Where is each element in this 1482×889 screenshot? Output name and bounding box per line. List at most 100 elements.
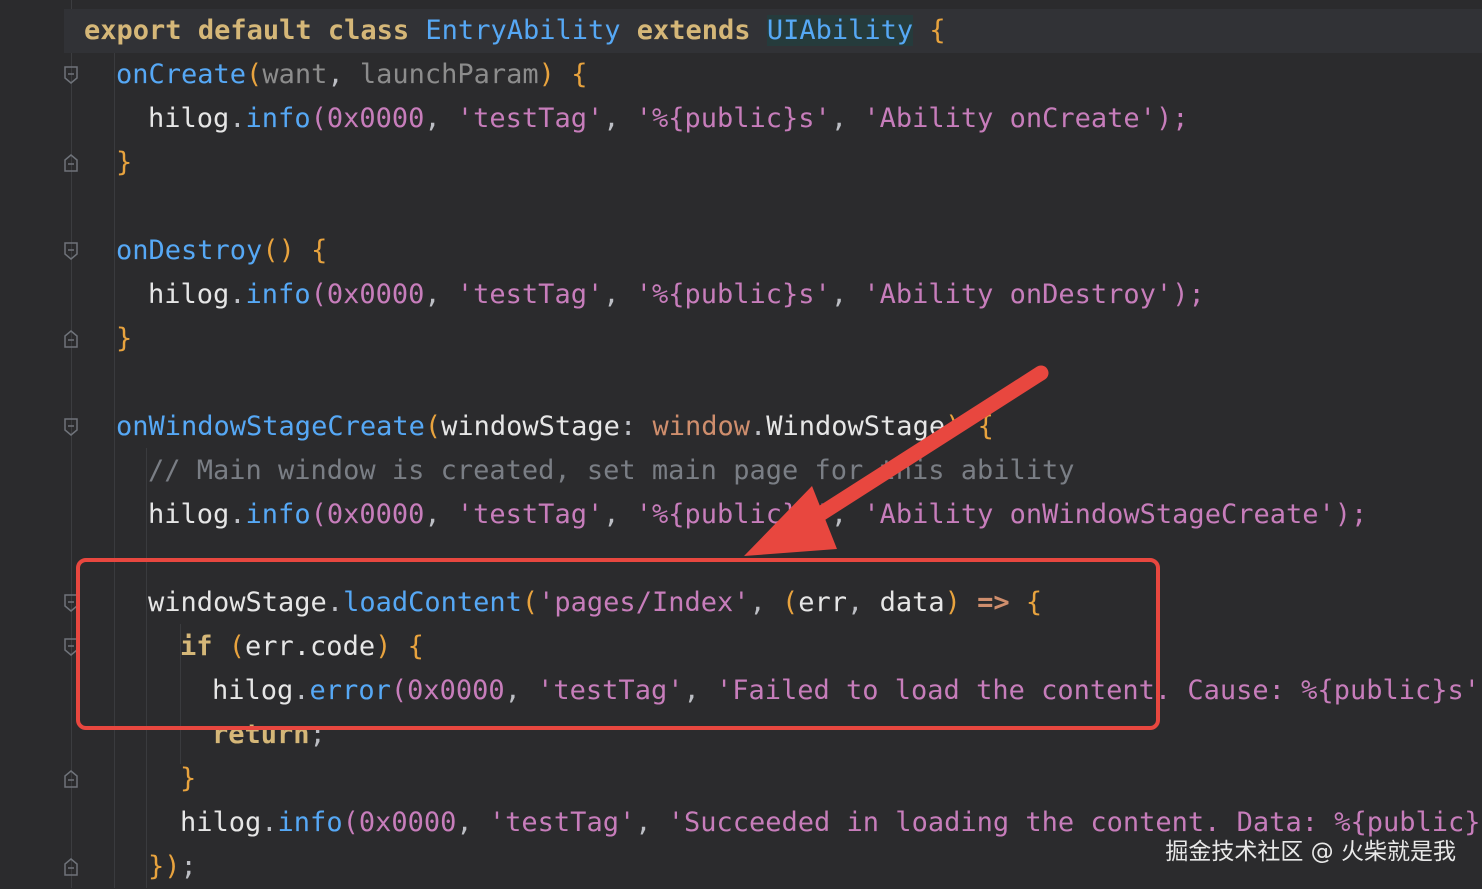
punct: ); [1334,499,1368,530]
fold-open-icon[interactable] [63,66,79,84]
identifier: hilog [148,279,230,310]
watermark: 掘金技术社区 @ 火柴就是我 [1165,839,1456,865]
method-call: info [277,807,343,838]
number-literal: 0x0000 [358,807,457,838]
comment: // Main window is created, set main page… [148,455,1075,486]
string-literal: 'testTag' [456,103,604,134]
keyword: class [327,15,410,46]
identifier: hilog [148,499,230,530]
punct: , [830,279,864,310]
parameter: launchParam [359,59,539,90]
punct: ; [180,851,197,882]
punct: . [229,279,246,310]
string-literal: 'Ability onDestroy' [863,279,1173,310]
code-line: hilog.info(0x0000, 'testTag', '%{public}… [148,97,1188,141]
punct: , [603,279,636,310]
paren: ( [310,499,327,530]
class-name: EntryAbility [425,15,621,46]
identifier: hilog [148,103,230,134]
code-editor[interactable]: export default class EntryAbility extend… [64,0,1482,889]
punct: , [456,807,489,838]
punct: ); [1172,279,1205,310]
string-literal: 'testTag' [488,807,636,838]
code-line: // Main window is created, set main page… [148,449,1075,493]
punct: , [635,807,668,838]
fold-close-icon[interactable] [63,330,79,348]
punct: , [603,103,636,134]
fold-close-icon[interactable] [63,770,79,788]
punct: . [750,411,767,442]
paren: ( [310,279,327,310]
keyword: export [84,15,182,46]
namespace: window [652,411,750,442]
type-name: WindowStage [766,411,946,442]
method-call: info [245,499,311,530]
punct: . [261,807,278,838]
number-literal: 0x0000 [326,279,425,310]
paren: ( [310,103,327,134]
paren: () [262,235,295,266]
string-literal: 'Ability onCreate' [863,103,1156,134]
fold-close-icon[interactable] [63,154,79,172]
highlight-box [76,558,1160,730]
code-line: } [180,757,196,801]
indent-guide [114,52,115,888]
method-name: onCreate [116,59,247,90]
punct: , [424,103,457,134]
code-line: } [116,141,132,185]
punct: , [603,499,636,530]
string-literal: 'testTag' [456,499,604,530]
string-literal: '%{public}s' [635,499,831,530]
brace: { [554,59,588,90]
string-literal: '%{public}s' [635,279,831,310]
method-name: onDestroy [116,235,263,266]
code-line: onDestroy() { [116,229,327,273]
code-line: } [116,317,132,361]
number-literal: 0x0000 [326,103,425,134]
paren: ) [538,59,555,90]
code-line: hilog.info(0x0000, 'testTag', '%{public}… [148,493,1367,537]
brace: { [929,15,946,46]
base-class-name: UIAbility [766,15,914,46]
punct: ); [1155,103,1189,134]
code-line: onCreate(want, launchParam) { [116,53,587,97]
code-line: hilog.info(0x0000, 'testTag', '%{public}… [148,273,1205,317]
brace: { [961,411,994,442]
method-call: info [245,103,311,134]
punct: : [619,411,653,442]
code-line: }); [148,845,197,889]
keyword: default [197,15,312,46]
punct: , [830,103,864,134]
punct: , [424,279,457,310]
paren: ( [424,411,442,442]
paren: ( [342,807,359,838]
parameter: windowStage [441,411,620,442]
gutter-divider [71,0,72,888]
string-literal: 'testTag' [456,279,604,310]
punct: , [327,59,360,90]
fold-open-icon[interactable] [63,242,79,260]
punct: . [229,499,246,530]
fold-close-icon[interactable] [63,858,79,876]
editor-gutter [0,0,84,888]
punct: , [424,499,457,530]
brace: } [180,763,197,794]
paren: ) [945,411,962,442]
code-line: onWindowStageCreate(windowStage: window.… [116,405,994,449]
brace: { [294,235,328,266]
code-line: export default class EntryAbility extend… [64,9,1482,53]
punct: . [229,103,246,134]
number-literal: 0x0000 [326,499,425,530]
method-call: info [245,279,311,310]
identifier: hilog [180,807,262,838]
string-literal: 'Ability onWindowStageCreate' [863,499,1335,530]
string-literal: '%{public}s' [635,103,831,134]
punct: , [830,499,864,530]
keyword: extends [636,15,751,46]
method-name: onWindowStageCreate [116,411,425,442]
fold-open-icon[interactable] [63,418,79,436]
paren: ( [246,59,263,90]
brace: }) [148,851,181,882]
brace: } [116,147,133,178]
parameter: want [262,59,328,90]
